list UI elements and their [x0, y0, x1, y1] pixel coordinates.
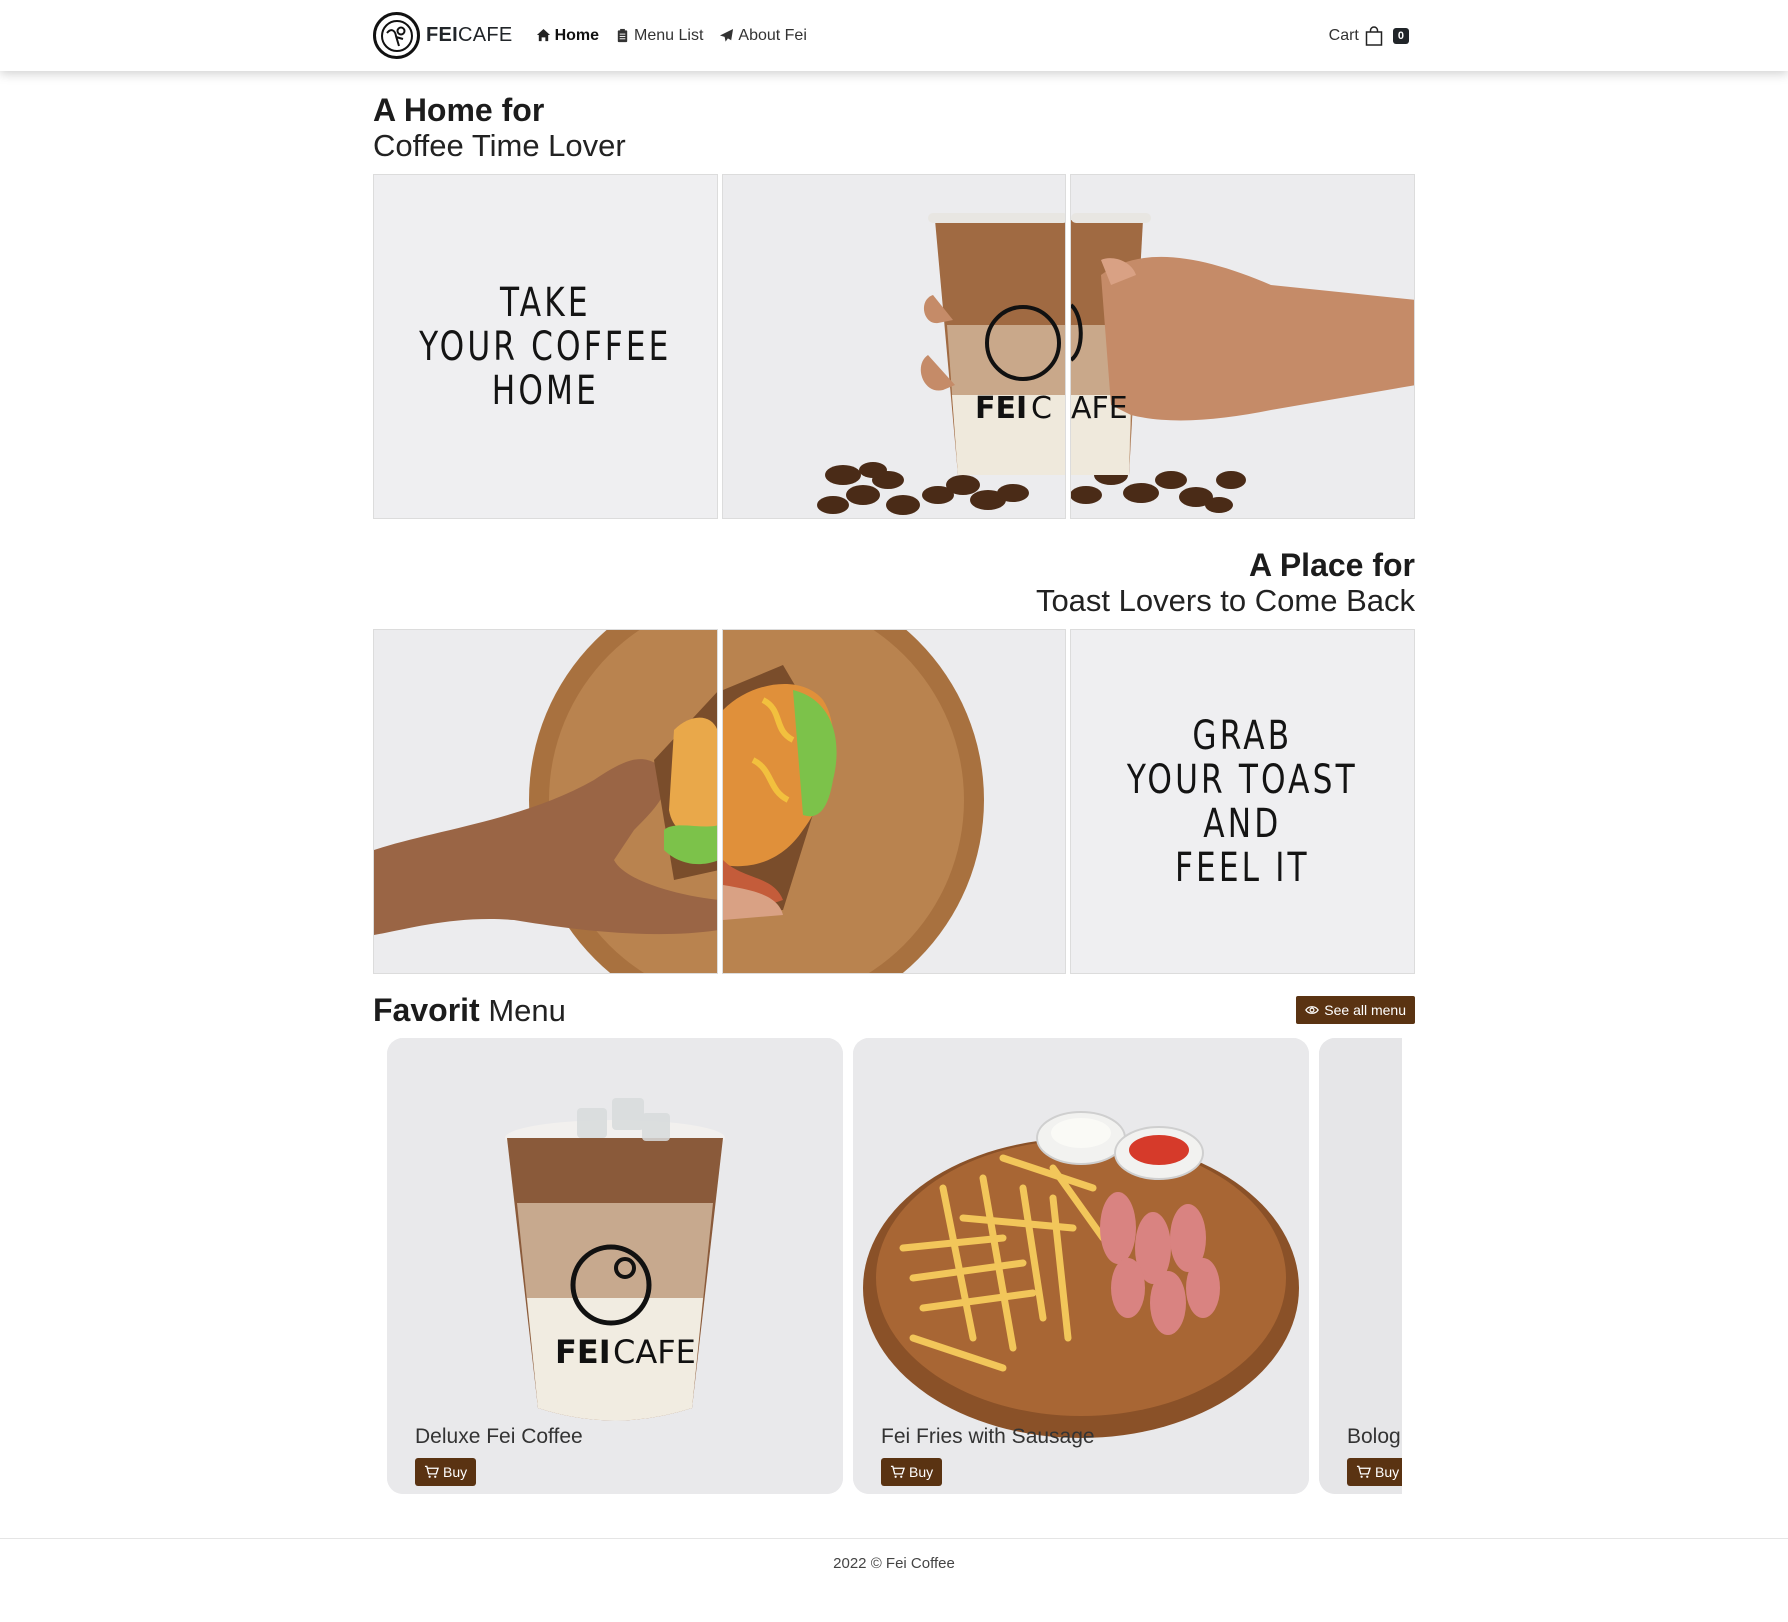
- see-all-menu-button[interactable]: See all menu: [1296, 996, 1415, 1024]
- gallery-tile-toast-right: [721, 629, 1067, 974]
- hero-toast-section: A Place for Toast Lovers to Come Back: [373, 547, 1415, 619]
- nav-item-about[interactable]: About Fei: [719, 26, 807, 45]
- menu-card[interactable]: Bolog Buy: [1319, 1038, 1402, 1494]
- footer: 2022 © Fei Coffee: [0, 1538, 1788, 1622]
- favorites-title-light: Menu: [488, 992, 566, 1028]
- shopping-bag-icon: [1365, 25, 1383, 46]
- toast-board-image: [722, 630, 1066, 973]
- slogan-line: TAKE: [500, 279, 591, 326]
- logo[interactable]: [373, 12, 420, 59]
- svg-text:FEI: FEI: [555, 1333, 611, 1371]
- hero-toast-gallery: GRAB YOUR TOAST AND FEEL IT: [373, 629, 1416, 974]
- svg-text:FEI: FEI: [975, 391, 1027, 426]
- nav-item-label: Menu List: [634, 26, 704, 44]
- home-icon: [536, 28, 550, 42]
- cart-button[interactable]: Cart 0: [1328, 25, 1409, 46]
- paper-plane-icon: [720, 28, 734, 42]
- gallery-tile-coffee-left: FEI C: [721, 174, 1067, 519]
- gallery-tile-text: GRAB YOUR TOAST AND FEEL IT: [1070, 629, 1416, 974]
- svg-text:C: C: [1031, 391, 1052, 426]
- menu-card[interactable]: FEI CAFE Deluxe Fei Coffee Buy: [387, 1038, 843, 1494]
- nav-item-home[interactable]: Home: [536, 27, 599, 45]
- hero-coffee-gallery: TAKE YOUR COFFEE HOME FEI C AFE: [373, 174, 1416, 519]
- nav-item-menu-list[interactable]: Menu List: [615, 27, 703, 45]
- hero-toast-title: A Place for: [1249, 547, 1415, 583]
- footer-copyright: 2022 © Fei Coffee: [833, 1555, 955, 1572]
- menu-item-name: Fei Fries with Sausage: [881, 1425, 1095, 1448]
- svg-text:CAFE: CAFE: [613, 1333, 696, 1371]
- iced-coffee-image: AFE: [1071, 175, 1415, 518]
- tile-slogan: TAKE YOUR COFFEE HOME: [412, 175, 679, 518]
- gallery-tile-text: TAKE YOUR COFFEE HOME: [373, 174, 718, 519]
- hero-coffee-section: A Home for Coffee Time Lover: [373, 92, 1415, 164]
- svg-text:AFE: AFE: [1071, 391, 1128, 426]
- brand-bold: FEI: [426, 24, 459, 46]
- tile-slogan: GRAB YOUR TOAST AND FEEL IT: [1109, 630, 1376, 973]
- hero-coffee-subtitle: Coffee Time Lover: [373, 128, 626, 163]
- fei-logo-icon: [380, 19, 413, 52]
- clipboard-icon: [617, 28, 628, 43]
- slogan-line: YOUR COFFEE: [419, 323, 672, 370]
- slogan-line: FEEL IT: [1175, 844, 1311, 891]
- favorites-header: Favorit Menu See all menu: [373, 992, 1415, 1028]
- brand-light: CAFE: [458, 24, 513, 46]
- menu-card[interactable]: Fei Fries with Sausage Buy: [853, 1038, 1309, 1494]
- brand-name[interactable]: FEI CAFE: [426, 24, 513, 47]
- buy-label: Buy: [1375, 1464, 1400, 1480]
- nav-item-label: About Fei: [738, 26, 807, 44]
- gallery-tile-toast-left: [373, 629, 718, 974]
- navbar: FEI CAFE Home Menu List About Fei Cart 0: [0, 0, 1788, 71]
- buy-label: Buy: [909, 1464, 934, 1480]
- nav-item-label: Home: [554, 26, 600, 44]
- slogan-line: YOUR TOAST: [1127, 756, 1359, 803]
- cart-count-badge: 0: [1392, 27, 1409, 44]
- gallery-tile-coffee-right: AFE: [1070, 174, 1416, 519]
- see-all-label: See all menu: [1324, 1002, 1406, 1018]
- buy-label: Buy: [443, 1464, 468, 1480]
- cart-icon: [424, 1465, 439, 1478]
- cart-label: Cart: [1328, 26, 1359, 44]
- slogan-line: AND: [1203, 800, 1282, 847]
- buy-button[interactable]: Buy: [881, 1458, 943, 1486]
- buy-button[interactable]: Buy: [415, 1458, 477, 1486]
- slogan-line: HOME: [491, 367, 599, 414]
- hero-toast-subtitle: Toast Lovers to Come Back: [1035, 583, 1415, 618]
- favorites-title: Favorit Menu: [373, 992, 566, 1029]
- menu-item-name: Deluxe Fei Coffee: [415, 1425, 583, 1448]
- cart-icon: [1356, 1465, 1371, 1478]
- favorites-title-bold: Favorit: [373, 991, 480, 1028]
- hero-coffee-title: A Home for: [373, 92, 545, 128]
- iced-coffee-image: FEI C: [722, 175, 1066, 518]
- eye-icon: [1305, 1006, 1320, 1014]
- favorites-carousel[interactable]: FEI CAFE Deluxe Fei Coffee Buy Fei Fries…: [387, 1038, 1402, 1495]
- slogan-line: GRAB: [1192, 712, 1293, 759]
- toast-hand-image: [374, 630, 717, 973]
- buy-button[interactable]: Buy: [1347, 1458, 1402, 1486]
- cart-icon: [890, 1465, 905, 1478]
- menu-item-name: Bolog: [1347, 1425, 1401, 1448]
